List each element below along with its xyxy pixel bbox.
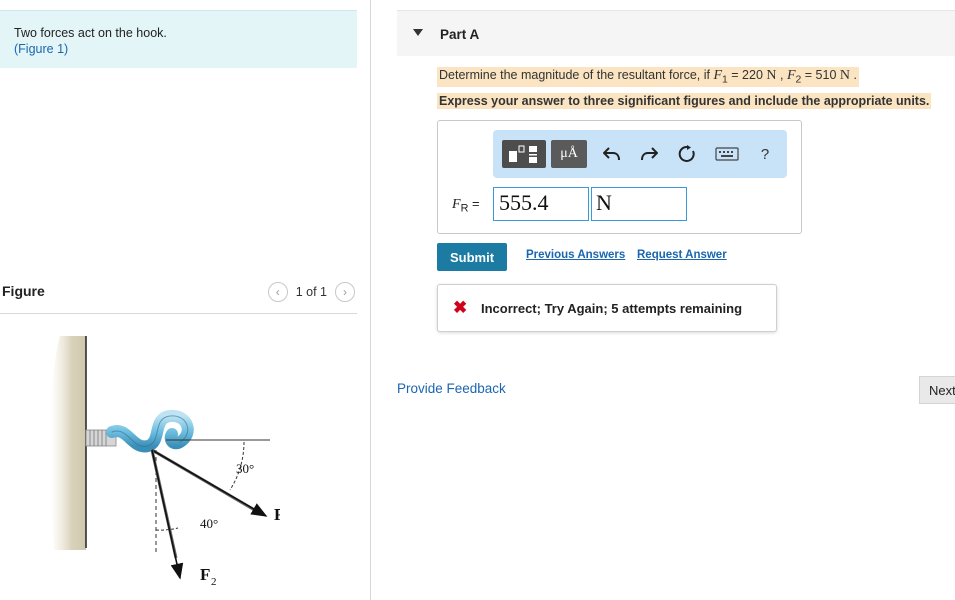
angle-30-label: 30° xyxy=(236,461,254,476)
figure-link[interactable]: (Figure 1) xyxy=(14,41,343,57)
answer-label: FR = xyxy=(452,196,480,215)
unit-input[interactable]: N xyxy=(591,187,687,221)
f1-label: F xyxy=(274,505,280,524)
f2-label-sub: 2 xyxy=(211,576,217,588)
redo-button[interactable] xyxy=(637,142,661,166)
f1-arrow xyxy=(151,449,268,517)
previous-answers-link[interactable]: Previous Answers xyxy=(526,249,625,261)
figure-title: Figure xyxy=(2,283,45,299)
figure-header: Figure ‹ 1 of 1 › xyxy=(0,282,357,314)
wall xyxy=(50,336,86,550)
prev-figure-button[interactable]: ‹ xyxy=(267,282,288,302)
undo-button[interactable] xyxy=(600,142,624,166)
question-text: Determine the magnitude of the resultant… xyxy=(437,67,859,87)
feedback-text: Incorrect; Try Again; 5 attempts remaini… xyxy=(481,301,743,316)
keyboard-button[interactable] xyxy=(713,142,741,166)
undo-icon xyxy=(603,147,620,161)
caret-down-icon xyxy=(413,29,423,36)
math-toolbar: μÅ ? xyxy=(493,130,787,178)
units-button[interactable]: μÅ xyxy=(551,140,587,168)
answer-instruction: Express your answer to three significant… xyxy=(437,93,932,109)
hook-body xyxy=(106,409,194,453)
redo-icon xyxy=(641,147,658,161)
templates-button[interactable] xyxy=(502,140,546,168)
next-button[interactable]: Next xyxy=(919,376,955,404)
column-divider xyxy=(370,0,371,600)
request-answer-link[interactable]: Request Answer xyxy=(637,249,727,261)
help-button[interactable]: ? xyxy=(753,142,777,166)
submit-button[interactable]: Submit xyxy=(437,243,507,271)
reset-icon xyxy=(678,145,695,162)
reset-button[interactable] xyxy=(675,142,699,166)
part-title: Part A xyxy=(440,27,480,42)
angle-40-arc xyxy=(155,527,179,531)
next-figure-button[interactable]: › xyxy=(335,282,355,302)
provide-feedback-link[interactable]: Provide Feedback xyxy=(397,381,506,396)
keyboard-icon xyxy=(715,147,739,161)
feedback-message: ✖ Incorrect; Try Again; 5 attempts remai… xyxy=(437,284,777,332)
part-header[interactable]: Part A xyxy=(397,10,955,56)
pager-count: 1 of 1 xyxy=(295,285,327,299)
templates-icon xyxy=(509,145,537,163)
chevron-left-icon: ‹ xyxy=(275,285,280,299)
chevron-right-icon: › xyxy=(343,285,347,299)
value-input[interactable]: 555.4 xyxy=(493,187,589,221)
problem-intro: Two forces act on the hook. (Figure 1) xyxy=(0,10,357,68)
intro-text: Two forces act on the hook. xyxy=(14,26,167,40)
f2-label: F xyxy=(200,565,210,584)
answer-box: μÅ ? FR = 555.4 N xyxy=(437,120,802,234)
figure-pager: ‹ 1 of 1 › xyxy=(267,282,355,302)
hook-figure: 30° 40° F 1 F 2 xyxy=(50,336,280,588)
angle-40-label: 40° xyxy=(200,516,218,531)
incorrect-icon: ✖ xyxy=(453,298,468,317)
